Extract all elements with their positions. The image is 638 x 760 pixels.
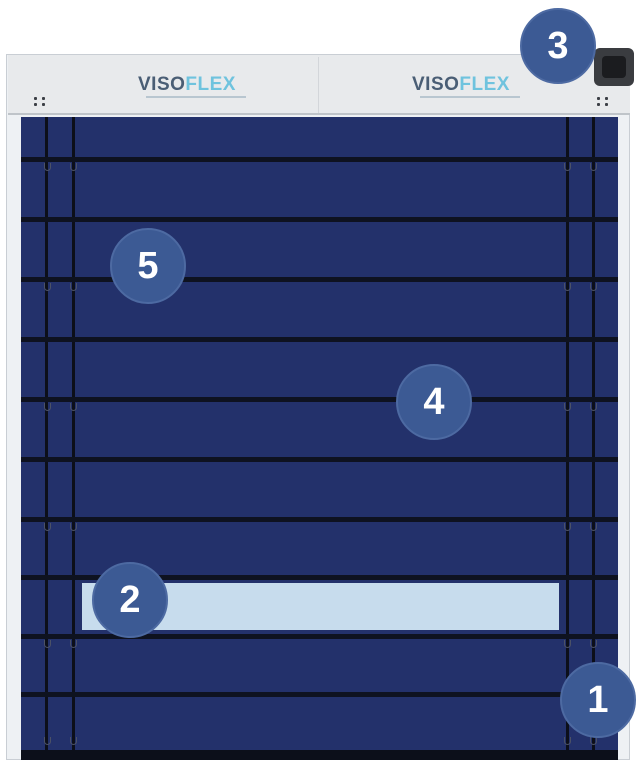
marker-4-label: 4 [423,380,445,423]
side-rail-left-inner [72,117,75,754]
frame-bolt [605,97,608,100]
bar-clip [564,640,571,648]
marker-3: 3 [520,8,596,84]
bar-clip [590,737,597,745]
wind-bar [21,217,618,222]
wind-bar [21,277,618,282]
bar-clip [590,283,597,291]
bar-clip [564,523,571,531]
logo-left-viso: VISO [138,74,186,95]
marker-5: 5 [110,228,186,304]
bar-clip [70,737,77,745]
bar-clip [590,163,597,171]
wind-bar [21,517,618,522]
frame-bolt [597,97,600,100]
bar-clip [70,640,77,648]
frame-bolt [605,103,608,106]
logo-left-tagline [146,96,246,98]
bar-clip [70,403,77,411]
wind-bar [21,337,618,342]
marker-4: 4 [396,364,472,440]
bar-clip [70,163,77,171]
bar-clip [44,640,51,648]
bottom-bar [21,750,618,760]
bar-clip [44,283,51,291]
wind-bar [21,157,618,162]
bar-clip [44,163,51,171]
side-rail-right-inner [566,117,569,754]
brand-logo-right: VISOFLEX [412,74,510,96]
bar-clip [564,737,571,745]
bar-clip [564,163,571,171]
logo-right-flex: FLEX [459,74,510,95]
logo-left-flex: FLEX [185,74,236,95]
bar-clip [590,403,597,411]
bar-clip [564,403,571,411]
frame-bolt [42,97,45,100]
bar-clip [44,523,51,531]
logo-right-viso: VISO [412,74,460,95]
wind-bar [21,457,618,462]
bar-clip [590,640,597,648]
marker-2-label: 2 [119,578,141,621]
side-rail-right-outer [592,117,595,754]
wind-bar [21,634,618,639]
frame-bolt [42,103,45,106]
logo-right-tagline [420,96,520,98]
bar-clip [590,523,597,531]
frame-bolt [34,97,37,100]
marker-5-label: 5 [137,244,159,287]
bar-clip [564,283,571,291]
brand-logo-left: VISOFLEX [138,74,236,96]
side-rail-left-outer [45,117,48,754]
door-curtain [21,117,618,754]
bar-clip [70,283,77,291]
bar-clip [70,523,77,531]
frame-bolt [34,103,37,106]
marker-2: 2 [92,562,168,638]
bar-clip [44,403,51,411]
header-divider [318,57,319,113]
drive-motor-cover [602,56,626,78]
wind-bar [21,692,618,697]
bar-clip [44,737,51,745]
wind-bar [21,397,618,402]
marker-3-label: 3 [547,24,569,67]
marker-1: 1 [560,662,636,738]
frame-bolt [597,103,600,106]
marker-1-label: 1 [587,678,609,721]
